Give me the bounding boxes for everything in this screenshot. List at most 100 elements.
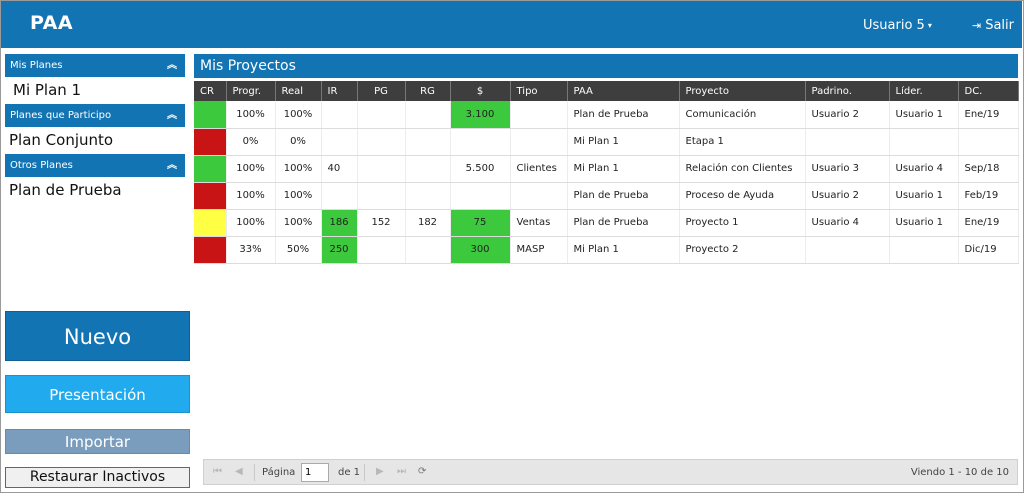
col-header-lider[interactable]: Líder. — [889, 81, 959, 101]
real-cell: 100% — [275, 155, 322, 183]
caret-down-icon: ▾ — [927, 21, 932, 30]
proyecto-cell: Proyecto 1 — [679, 209, 806, 237]
real-cell: 100% — [275, 101, 322, 129]
page-count-label: de 1 — [338, 467, 361, 478]
rg-cell — [405, 155, 451, 183]
dc-cell — [958, 128, 1019, 156]
user-menu[interactable]: Usuario 5 ▾ — [863, 18, 932, 33]
col-header-dc[interactable]: DC. — [958, 81, 1019, 101]
cr-status-cell — [194, 236, 227, 264]
chevron-up-double-icon[interactable]: ︽ — [167, 54, 177, 77]
refresh-icon[interactable]: ⟳ — [418, 466, 426, 477]
col-header-proyecto[interactable]: Proyecto — [679, 81, 806, 101]
logout-label: Salir — [985, 18, 1015, 33]
cr-status-cell — [194, 101, 227, 129]
paa-cell: Plan de Prueba — [567, 182, 680, 210]
col-header-pg[interactable]: PG — [357, 81, 406, 101]
pager-divider — [364, 464, 365, 481]
proyecto-cell: Comunicación — [679, 101, 806, 129]
chevron-up-double-icon[interactable]: ︽ — [167, 104, 177, 127]
projects-table: CR Progr. Real IR PG RG $ Tipo PAA Proye… — [194, 81, 1019, 264]
section-header-mis-planes[interactable]: Mis Planes ︽ — [5, 54, 185, 77]
col-header-paa[interactable]: PAA — [567, 81, 680, 101]
table-row[interactable]: 100% 100% 3.100 Plan de Prueba Comunicación U… — [194, 101, 1019, 129]
pager-divider — [254, 464, 255, 481]
importar-button[interactable]: Importar — [5, 429, 190, 454]
cr-status-cell — [194, 209, 227, 237]
money-cell: 300 — [450, 236, 511, 264]
col-header-ir[interactable]: IR — [321, 81, 358, 101]
padrino-cell: Usuario 2 — [805, 101, 890, 129]
col-header-tipo[interactable]: Tipo — [510, 81, 568, 101]
progr-cell: 100% — [226, 209, 276, 237]
section-header-planes-que-participo[interactable]: Planes que Participo ︽ — [5, 104, 185, 127]
progr-cell: 0% — [226, 128, 276, 156]
ir-cell — [321, 101, 358, 129]
rg-cell — [405, 182, 451, 210]
restaurar-inactivos-button[interactable]: Restaurar Inactivos — [5, 467, 190, 488]
pagination-bar: ⏮ ◀ Página de 1 ▶ ⏭ ⟳ Viendo 1 - 10 de 1… — [203, 459, 1018, 485]
table-row[interactable]: 0% 0% Mi Plan 1 Etapa 1 — [194, 128, 1019, 156]
padrino-cell: Usuario 3 — [805, 155, 890, 183]
table-row[interactable]: 100% 100% 40 5.500 Clientes Mi Plan 1 Relación… — [194, 155, 1019, 183]
proyecto-cell: Etapa 1 — [679, 128, 806, 156]
table-row[interactable]: 100% 100% Plan de Prueba Proceso de Ayuda Us… — [194, 182, 1019, 210]
pg-cell — [357, 101, 406, 129]
page-label: Página — [262, 467, 296, 478]
table-row[interactable]: 100% 100% 186 152 182 75 Ventas Plan de Prueba P… — [194, 209, 1019, 237]
col-header-rg[interactable]: RG — [405, 81, 451, 101]
sidebar-item-plan-de-prueba[interactable]: Plan de Prueba — [5, 177, 185, 204]
money-cell: 75 — [450, 209, 511, 237]
real-cell: 100% — [275, 182, 322, 210]
money-cell: 5.500 — [450, 155, 511, 183]
tipo-cell: Clientes — [510, 155, 568, 183]
lider-cell: Usuario 1 — [889, 182, 959, 210]
paa-cell: Mi Plan 1 — [567, 155, 680, 183]
cr-status-cell — [194, 128, 227, 156]
ir-cell — [321, 128, 358, 156]
col-header-cr[interactable]: CR — [194, 81, 227, 101]
chevron-up-double-icon[interactable]: ︽ — [167, 154, 177, 177]
section-title: Planes que Participo — [10, 110, 112, 121]
proyecto-cell: Proyecto 2 — [679, 236, 806, 264]
progr-cell: 100% — [226, 182, 276, 210]
prev-page-icon[interactable]: ◀ — [235, 466, 243, 477]
real-cell: 100% — [275, 209, 322, 237]
col-header-padrino[interactable]: Padrino. — [805, 81, 890, 101]
next-page-icon[interactable]: ▶ — [376, 466, 384, 477]
paa-cell: Plan de Prueba — [567, 101, 680, 129]
pg-cell — [357, 236, 406, 264]
padrino-cell — [805, 236, 890, 264]
lider-cell — [889, 236, 959, 264]
table-header-row: CR Progr. Real IR PG RG $ Tipo PAA Proye… — [194, 81, 1019, 101]
tipo-cell: Ventas — [510, 209, 568, 237]
paa-cell: Mi Plan 1 — [567, 128, 680, 156]
nuevo-button[interactable]: Nuevo — [5, 311, 190, 361]
col-header-money[interactable]: $ — [450, 81, 511, 101]
table-row[interactable]: 33% 50% 250 300 MASP Mi Plan 1 Proyecto 2 Dic/1… — [194, 236, 1019, 264]
dc-cell: Sep/18 — [958, 155, 1019, 183]
sidebar: Mis Planes ︽ Mi Plan 1 Planes que Partici… — [5, 54, 185, 204]
sidebar-item-mi-plan-1[interactable]: Mi Plan 1 — [5, 77, 185, 104]
rg-cell: 182 — [405, 209, 451, 237]
last-page-icon[interactable]: ⏭ — [397, 466, 406, 477]
page-number-input[interactable] — [301, 463, 329, 482]
user-name: Usuario 5 — [863, 18, 925, 33]
sidebar-item-plan-conjunto[interactable]: Plan Conjunto — [5, 127, 185, 154]
real-cell: 0% — [275, 128, 322, 156]
lider-cell: Usuario 1 — [889, 101, 959, 129]
pg-cell: 152 — [357, 209, 406, 237]
progr-cell: 100% — [226, 101, 276, 129]
first-page-icon[interactable]: ⏮ — [213, 466, 222, 477]
col-header-progr[interactable]: Progr. — [226, 81, 276, 101]
section-title: Mis Planes — [10, 60, 63, 71]
money-cell — [450, 182, 511, 210]
presentacion-button[interactable]: Presentación — [5, 375, 190, 413]
logout-button[interactable]: ⇥ Salir — [972, 18, 1014, 33]
pg-cell — [357, 128, 406, 156]
rg-cell — [405, 236, 451, 264]
padrino-cell — [805, 128, 890, 156]
section-title: Otros Planes — [10, 160, 73, 171]
section-header-otros-planes[interactable]: Otros Planes ︽ — [5, 154, 185, 177]
col-header-real[interactable]: Real — [275, 81, 322, 101]
